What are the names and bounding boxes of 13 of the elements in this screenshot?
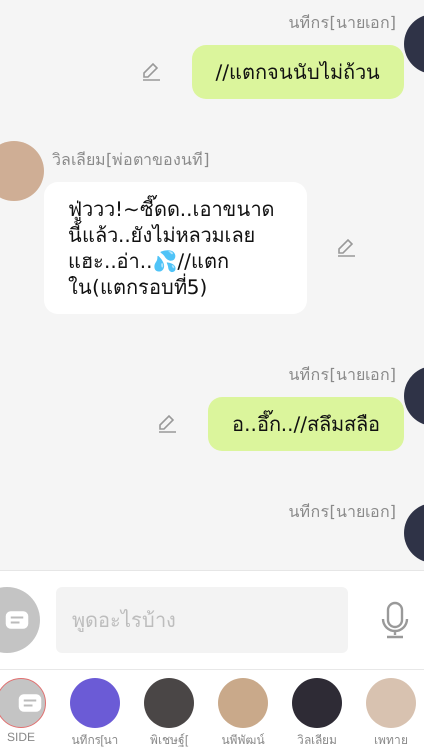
message-bubble: อ..อึ๊ก..//สลึมสลือ	[208, 397, 404, 451]
contact-item[interactable]: SIDE	[0, 678, 50, 753]
message-bubble: ฟู่ววว!~ซี๊ดด..เอาขนาดนี้แล้ว..ยังไม่หลวมเลยแฮะ..อ่า..💦//แตกใน(แตกรอบที่5)	[44, 182, 307, 314]
sender-name: วิลเลียม[พ่อตาของนที]	[52, 149, 210, 171]
contact-item[interactable]: พิเชษฐ์[	[140, 678, 198, 753]
sender-name: นทีกร[นายเอก]	[288, 12, 396, 34]
sender-name: นทีกร[นายเอก]	[288, 364, 396, 386]
contact-item[interactable]: นพีพัฒน์	[214, 678, 272, 753]
contact-item[interactable]: เพทาย	[362, 678, 420, 753]
contact-item[interactable]: นทีกร[นา	[66, 678, 124, 753]
message-bubble: //แตกจนนับไม่ถ้วน	[192, 45, 404, 99]
contact-item[interactable]: วิลเลียม	[288, 678, 346, 753]
sender-name: นทีกร[นายเอก]	[288, 501, 396, 523]
